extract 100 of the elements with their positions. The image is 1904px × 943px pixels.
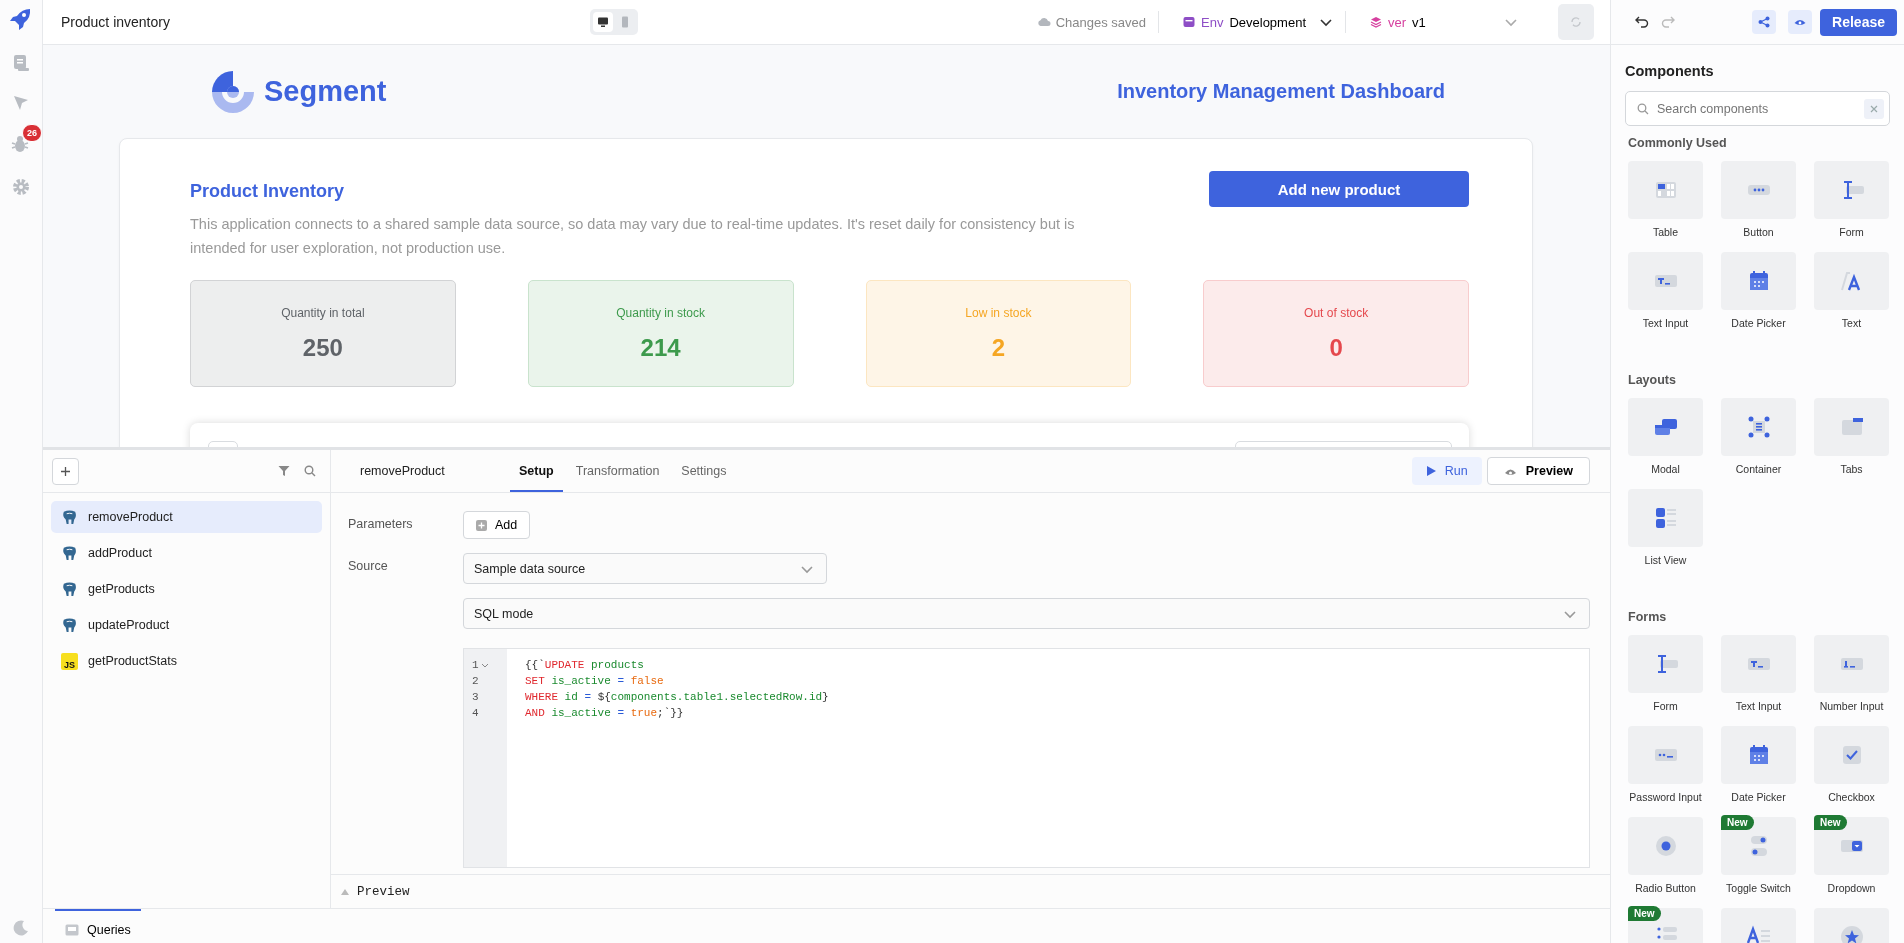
component-tile[interactable]: [1721, 726, 1796, 784]
component-tile[interactable]: [1628, 489, 1703, 547]
add-query-button[interactable]: [52, 457, 79, 485]
environment-select[interactable]: Env Development: [1183, 14, 1333, 30]
share-button[interactable]: [1752, 10, 1777, 34]
environment-icon: [1183, 16, 1195, 28]
editor-tab[interactable]: Transformation: [566, 452, 669, 492]
line-number: 2: [472, 675, 479, 687]
clear-button[interactable]: [1864, 98, 1884, 119]
component-tile[interactable]: [1814, 252, 1889, 310]
refresh-button[interactable]: [1558, 4, 1594, 40]
component-tile[interactable]: [1814, 398, 1889, 456]
query-item[interactable]: addProduct: [51, 537, 322, 569]
share-icon: [1758, 16, 1771, 28]
plus-icon: [60, 465, 71, 477]
dashboard-heading: Inventory Management Dashboard: [1117, 80, 1445, 103]
section-heading: Forms: [1628, 610, 1668, 624]
triangle-up-icon[interactable]: [341, 888, 349, 895]
preview-toggle[interactable]: Preview: [357, 884, 410, 899]
fold-icon[interactable]: [480, 661, 489, 669]
component-tile[interactable]: [1628, 726, 1703, 784]
brand-name: Segment: [264, 75, 387, 108]
filter-icon[interactable]: [278, 465, 290, 477]
component-tile[interactable]: [1628, 635, 1703, 693]
component-label: Text: [1841, 317, 1862, 329]
component-label: Button: [1743, 226, 1774, 238]
bug-icon[interactable]: [10, 134, 30, 154]
preview-app-button[interactable]: [1788, 10, 1813, 34]
component-label: Radio Button: [1635, 882, 1696, 894]
component-tile[interactable]: [1628, 817, 1703, 875]
elephant-icon: [61, 580, 78, 598]
stat-value: 214: [640, 333, 681, 362]
layers-icon: [1370, 16, 1382, 28]
new-badge: New: [1814, 815, 1847, 830]
component-label: Container: [1735, 463, 1782, 475]
query-item[interactable]: removeProduct: [51, 501, 322, 533]
release-button[interactable]: Release: [1820, 8, 1897, 36]
editor-tab[interactable]: Settings: [672, 452, 736, 492]
component-tile[interactable]: [1721, 161, 1796, 219]
code-line: SET is_active = false: [525, 675, 664, 687]
description: This application connects to a shared sample data source, so data may vary due to real-time updates. It's reset daily for consistency but is intended for user exploration, not production use.: [190, 215, 1076, 258]
component-tile[interactable]: New: [1628, 908, 1703, 943]
query-name: removeProduct: [360, 464, 446, 478]
query-item[interactable]: getProducts: [51, 573, 322, 605]
moon-icon[interactable]: [12, 919, 30, 937]
undo-icon[interactable]: [1635, 16, 1649, 28]
page-icon[interactable]: [12, 54, 30, 72]
eye-icon: [1794, 17, 1807, 27]
new-badge: New: [1721, 815, 1754, 830]
component-label: Password Input: [1629, 791, 1702, 803]
component-tile[interactable]: [1814, 635, 1889, 693]
stat-label: Quantity in stock: [616, 305, 705, 320]
elephant-icon: [61, 508, 78, 526]
component-tile[interactable]: [1721, 398, 1796, 456]
refresh-icon: [1570, 16, 1582, 28]
js-icon: JS: [61, 652, 78, 670]
inbox-icon: [65, 924, 79, 936]
queries-tab[interactable]: Queries: [55, 909, 141, 943]
component-label: Modal: [1651, 463, 1680, 475]
editor-tab[interactable]: Setup: [510, 452, 563, 492]
flag-icon[interactable]: [12, 94, 30, 112]
component-tile[interactable]: [1628, 161, 1703, 219]
count-badge: 26: [22, 124, 42, 142]
component-tile[interactable]: [1721, 635, 1796, 693]
add-product-button[interactable]: Add new product: [1209, 171, 1469, 207]
component-label: Tabs: [1840, 463, 1863, 475]
component-tile[interactable]: [1814, 726, 1889, 784]
code-editor[interactable]: 1 2 3 4 {{`UPDATE products SET is_active = false WHERE id = ${components.table1.selectedRow.id} AND is_active = true;`}}: [463, 648, 1590, 868]
component-tile[interactable]: [1814, 161, 1889, 219]
run-button[interactable]: Run: [1411, 457, 1482, 485]
component-label: Text Input: [1642, 317, 1689, 329]
add-parameter-button[interactable]: Add: [463, 511, 531, 539]
stat-value: 0: [1329, 333, 1343, 362]
preview-button[interactable]: Preview: [1486, 457, 1590, 485]
component-tile[interactable]: New: [1721, 817, 1796, 875]
mode-dropdown[interactable]: SQL mode: [463, 598, 1590, 629]
query-item[interactable]: updateProduct: [51, 609, 322, 641]
component-tile[interactable]: [1628, 398, 1703, 456]
stat-label: Quantity in total: [281, 305, 365, 320]
device-toggle[interactable]: [593, 12, 613, 32]
code-line: WHERE id = ${components.table1.selectedRow.id}: [525, 691, 829, 703]
component-tile[interactable]: [1628, 252, 1703, 310]
section-title: Product Inventory: [190, 181, 346, 202]
query-item[interactable]: JS getProductStats: [51, 645, 322, 677]
component-tile[interactable]: New: [1814, 817, 1889, 875]
component-label: Dropdown: [1827, 882, 1876, 894]
version-select[interactable]: ver v1: [1370, 14, 1518, 30]
component-tile[interactable]: [1721, 252, 1796, 310]
component-label: Date Picker: [1731, 317, 1786, 329]
stat-label: Low in stock: [965, 305, 1032, 320]
settings-icon[interactable]: [12, 178, 30, 196]
new-badge: New: [1628, 906, 1661, 921]
code-line: AND is_active = true;`}}: [525, 707, 684, 719]
component-search-field[interactable]: Search components: [1655, 100, 1858, 117]
search-icon[interactable]: [304, 465, 316, 477]
search-box[interactable]: Search components: [1625, 91, 1890, 126]
monitor-icon: [597, 16, 609, 28]
source-dropdown[interactable]: Sample data source: [463, 553, 827, 584]
redo-icon[interactable]: [1661, 16, 1675, 28]
parameters-label: Parameters: [348, 516, 414, 533]
